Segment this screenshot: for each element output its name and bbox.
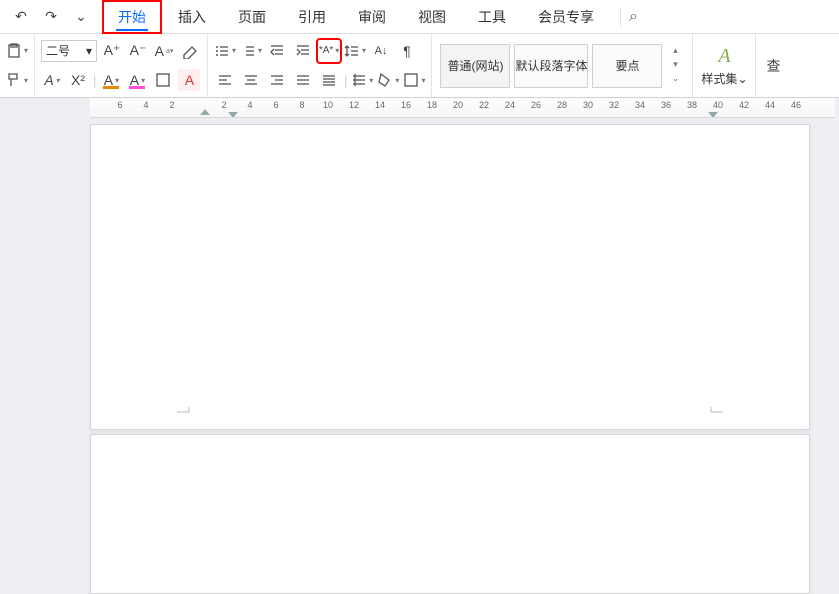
ruler-tick: 12 [349,100,359,110]
tab-工具[interactable]: 工具 [462,0,522,34]
margin-marker-icon [705,405,723,423]
indent-marker[interactable] [708,112,718,118]
distributed-button[interactable] [318,69,340,91]
font-size-select[interactable]: 二号▾ [41,40,97,62]
change-case-button[interactable]: Aa▾ [153,40,175,62]
align-center-button[interactable] [240,69,262,91]
ruler-tick: 46 [791,100,801,110]
ruler-tick: 44 [765,100,775,110]
tab-插入[interactable]: 插入 [162,0,222,34]
ruler-tick: 6 [117,100,122,110]
ruler-tick: 38 [687,100,697,110]
ruler-tick: 20 [453,100,463,110]
page-2[interactable] [90,434,810,594]
undo-button[interactable]: ↶ [10,6,32,28]
style-set-icon: A [718,45,730,68]
ruler-tick: 34 [635,100,645,110]
ruler-tick: 14 [375,100,385,110]
tab-stops-button[interactable]: ▾ [351,69,373,91]
show-marks-button[interactable]: ¶ [396,40,418,62]
ruler-tick: 16 [401,100,411,110]
ruler-tick: 2 [221,100,226,110]
shading-button[interactable]: ▾ [377,69,399,91]
line-spacing-button[interactable]: ▾ [344,40,366,62]
char-shading-button[interactable] [152,69,174,91]
ribbon: ▾ ▾ 二号▾ A⁺ A⁻ Aa▾ A▾ X²| A▾ A▾ A ▾ ▾ *A*… [0,34,839,98]
shrink-font-button[interactable]: A⁻ [127,40,149,62]
style-普通(网站)[interactable]: 普通(网站) [440,44,510,88]
style-要点[interactable]: 要点 [592,44,662,88]
paste-button[interactable]: ▾ [6,40,28,62]
find-button[interactable]: 查 [762,55,784,77]
tab-视图[interactable]: 视图 [402,0,462,34]
indent-marker[interactable] [228,112,238,118]
ruler-tick: 10 [323,100,333,110]
clear-format-button[interactable] [179,40,201,62]
document-area: 6422468101214161820222426283032343638404… [0,98,839,500]
redo-button[interactable]: ↷ [40,6,62,28]
text-effect-button[interactable]: A▾ [41,69,63,91]
indent-marker[interactable] [200,109,210,115]
paste-group: ▾ ▾ [0,34,35,97]
paragraph-group: ▾ ▾ *A*▾ ▾ A↓ ¶ | ▾ ▾ ▾ [208,34,432,97]
sort-button[interactable]: A↓ [370,40,392,62]
ruler-tick: 2 [169,100,174,110]
page-1[interactable] [90,124,810,430]
text-direction-button[interactable]: *A*▾ [318,40,340,62]
ruler-tick: 6 [273,100,278,110]
font-group: 二号▾ A⁺ A⁻ Aa▾ A▾ X²| A▾ A▾ A [35,34,208,97]
ruler-tick: 32 [609,100,619,110]
ruler-tick: 28 [557,100,567,110]
ruler-tick: 30 [583,100,593,110]
superscript-button[interactable]: X² [67,69,89,91]
highlight-color-button[interactable]: A▾ [126,69,148,91]
align-justify-button[interactable] [292,69,314,91]
decrease-indent-button[interactable] [266,40,288,62]
ruler-tick: 24 [505,100,515,110]
tab-审阅[interactable]: 审阅 [342,0,402,34]
horizontal-ruler[interactable]: 6422468101214161820222426283032343638404… [90,98,835,118]
ruler-tick: 8 [299,100,304,110]
tab-开始[interactable]: 开始 [102,0,162,34]
tab-引用[interactable]: 引用 [282,0,342,34]
tab-会员专享[interactable]: 会员专享 [522,0,610,34]
history-dropdown[interactable]: ⌄ [70,6,92,28]
ruler-tick: 40 [713,100,723,110]
align-right-button[interactable] [266,69,288,91]
borders-button[interactable]: ▾ [403,69,425,91]
margin-marker-icon [177,405,195,423]
increase-indent-button[interactable] [292,40,314,62]
ruler-tick: 22 [479,100,489,110]
ruler-tick: 42 [739,100,749,110]
bullets-button[interactable]: ▾ [214,40,236,62]
align-left-button[interactable] [214,69,236,91]
char-border-button[interactable]: A [178,69,200,91]
tab-页面[interactable]: 页面 [222,0,282,34]
format-painter-button[interactable]: ▾ [6,69,28,91]
ruler-tick: 4 [143,100,148,110]
grow-font-button[interactable]: A⁺ [101,40,123,62]
styles-scroll-down[interactable]: ▾ [666,59,684,73]
ruler-tick: 4 [247,100,252,110]
style-默认段落字体[interactable]: 默认段落字体 [514,44,588,88]
ruler-tick: 18 [427,100,437,110]
ruler-tick: 26 [531,100,541,110]
styles-scroll-up[interactable]: ▴ [666,45,684,59]
styles-expand[interactable]: ⌄ [666,73,684,87]
font-color-button[interactable]: A▾ [100,69,122,91]
style-set-button[interactable]: A 样式集⌄ [699,45,749,87]
numbering-button[interactable]: ▾ [240,40,262,62]
search-icon[interactable]: ⌕ [620,7,646,27]
styles-gallery: 普通(网站)默认段落字体要点 ▴ ▾ ⌄ [432,34,693,97]
tab-bar: ↶ ↷ ⌄ 开始插入页面引用审阅视图工具会员专享 ⌕ [0,0,839,34]
ruler-tick: 36 [661,100,671,110]
